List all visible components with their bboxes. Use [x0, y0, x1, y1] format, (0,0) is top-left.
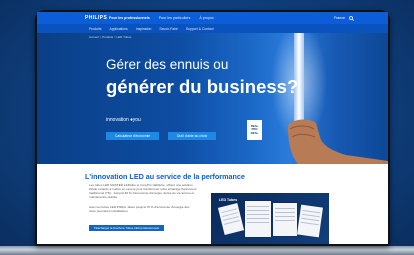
website-screen: PHILIPS Pour les professionnels Pour les…	[37, 12, 388, 244]
subnav-support[interactable]: Support & Contact	[186, 27, 214, 31]
innovation-word: innovation	[106, 117, 129, 123]
subnav-inspiration[interactable]: Inspiration	[136, 27, 152, 31]
selection-tool-button[interactable]: Outil d'aide au choix	[168, 132, 216, 140]
nav-link-consumers[interactable]: Pour les particuliers	[159, 16, 191, 20]
brochure-page-3	[273, 203, 297, 236]
subnav-know-how[interactable]: Savoir-Faire	[159, 27, 177, 31]
intro-paragraph: Les tubes LED MASTER LEDtube et CorePro …	[89, 183, 197, 199]
desk-surface	[0, 246, 414, 255]
savings-calculator-button[interactable]: Calculateur d'économie	[106, 132, 159, 140]
country-selector[interactable]: France	[334, 16, 345, 20]
promo-title: LED Tubes	[219, 198, 238, 202]
brochure-page-2	[245, 201, 271, 237]
top-navigation: PHILIPS Pour les professionnels Pour les…	[37, 12, 388, 24]
download-brochure-button[interactable]: Télécharger la brochure Tubes LED profes…	[89, 225, 164, 231]
innovation-tagline: innovation ♦you	[106, 117, 141, 123]
hand-holding-led-tube-image	[271, 33, 388, 164]
brochure-promo-image[interactable]: LED Tubes	[211, 193, 329, 244]
content-section: L'innovation LED au service de la perfor…	[37, 164, 388, 244]
brochure-page-4	[297, 204, 323, 238]
subnav-applications[interactable]: Applications	[109, 27, 127, 31]
hero-headline-line1: Gérer des ennuis ou	[106, 57, 229, 72]
subnav-products[interactable]: Produits	[89, 27, 101, 31]
you-word: you	[132, 117, 141, 123]
real-pro-deal-badge: REAL PRO DEAL	[247, 120, 262, 140]
hero-banner: Accueil > Produits > LED Tubes Gérer des…	[37, 33, 388, 164]
nav-link-about[interactable]: À propos	[199, 16, 213, 20]
nav-link-professionals[interactable]: Pour les professionnels	[109, 16, 150, 20]
brochure-page-1	[217, 202, 245, 236]
savings-paragraph: Avec les tubes LED Philips, faites jusqu…	[89, 205, 190, 213]
secondary-navigation: Produits Applications Inspiration Savoir…	[37, 24, 388, 33]
philips-logo[interactable]: PHILIPS	[85, 15, 109, 21]
hero-headline-line2: générer du business?	[106, 76, 299, 97]
badge-line-3: DEAL	[250, 130, 259, 135]
breadcrumb[interactable]: Accueil > Produits > LED Tubes	[89, 35, 131, 39]
section-title: L'innovation LED au service de la perfor…	[85, 172, 245, 181]
search-icon[interactable]	[349, 15, 354, 21]
